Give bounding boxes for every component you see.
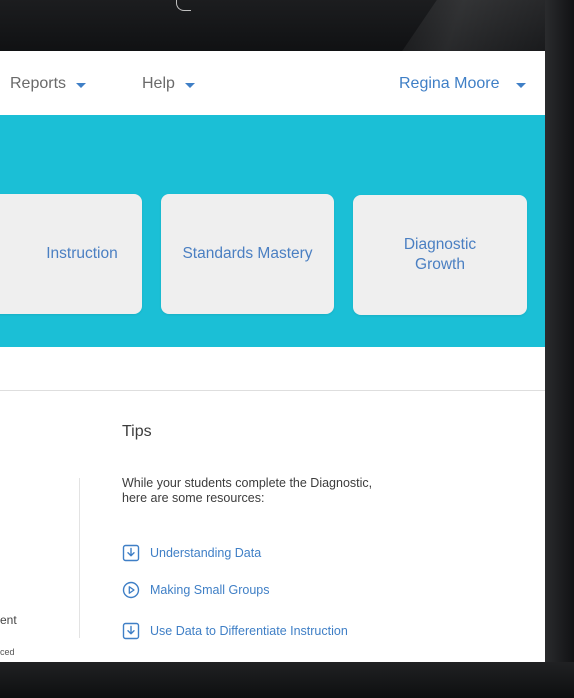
app-screen: Reports Help Regina Moore Instruction St… bbox=[0, 51, 545, 662]
device-bottom-bezel bbox=[0, 662, 574, 698]
chevron-down-icon bbox=[184, 82, 195, 88]
device-cable bbox=[176, 0, 191, 11]
resource-link-making-small-groups[interactable]: Making Small Groups bbox=[122, 581, 270, 599]
card-diagnostic-growth-label-line2: Growth bbox=[415, 256, 465, 273]
resource-label: Use Data to Differentiate Instruction bbox=[150, 624, 348, 638]
nav-help-menu[interactable]: Help bbox=[142, 75, 195, 93]
nav-help-label: Help bbox=[142, 75, 175, 92]
resource-label: Making Small Groups bbox=[150, 583, 270, 597]
card-diagnostic-growth-label-line1: Diagnostic bbox=[403, 236, 477, 253]
card-instruction-label: Instruction bbox=[46, 245, 118, 262]
card-instruction[interactable]: Instruction bbox=[0, 194, 142, 314]
device-right-bezel bbox=[545, 0, 574, 698]
nav-reports-menu[interactable]: Reports bbox=[10, 75, 87, 93]
left-column-text-fragment: ent bbox=[0, 613, 17, 627]
tips-description-line1: While your students complete the Diagnos… bbox=[122, 476, 373, 490]
chevron-down-icon bbox=[515, 82, 526, 88]
tips-heading: Tips bbox=[122, 423, 152, 440]
tips-description: While your students complete the Diagnos… bbox=[122, 476, 422, 506]
play-circle-icon bbox=[122, 581, 140, 599]
resource-link-differentiate-instruction[interactable]: Use Data to Differentiate Instruction bbox=[122, 622, 348, 640]
card-standards-mastery-label: Standards Mastery bbox=[182, 245, 313, 262]
top-navigation: Reports Help Regina Moore bbox=[0, 51, 545, 115]
user-menu[interactable]: Regina Moore bbox=[399, 75, 526, 93]
user-name: Regina Moore bbox=[399, 75, 500, 92]
card-standards-mastery[interactable]: Standards Mastery bbox=[161, 194, 334, 314]
download-icon bbox=[122, 622, 140, 640]
tablet-device-frame: Reports Help Regina Moore Instruction St… bbox=[0, 0, 574, 698]
chevron-down-icon bbox=[76, 82, 87, 88]
tips-description-line2: here are some resources: bbox=[122, 491, 265, 505]
column-divider bbox=[79, 478, 80, 638]
nav-reports-label: Reports bbox=[10, 75, 67, 92]
resource-link-understanding-data[interactable]: Understanding Data bbox=[122, 544, 261, 562]
left-column-text-fragment: ced bbox=[0, 647, 15, 657]
resource-label: Understanding Data bbox=[150, 546, 262, 560]
download-icon bbox=[122, 544, 140, 562]
card-diagnostic-growth[interactable]: Diagnostic Growth bbox=[353, 195, 527, 315]
section-divider bbox=[0, 390, 545, 391]
